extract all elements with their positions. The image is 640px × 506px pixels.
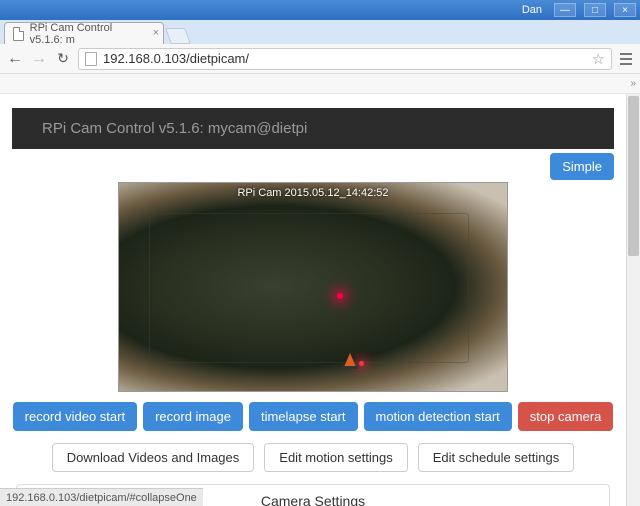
back-button[interactable]: ← (6, 50, 24, 68)
app-title: RPi Cam Control v5.1.6: mycam@dietpi (42, 120, 307, 137)
address-bar[interactable]: 192.168.0.103/dietpicam/ ☆ (78, 48, 612, 70)
browser-status-bar: 192.168.0.103/dietpicam/#collapseOne (0, 488, 203, 506)
primary-action-row: record video start record image timelaps… (12, 402, 614, 431)
url-text: 192.168.0.103/dietpicam/ (103, 51, 586, 66)
camera-led-icon (337, 293, 343, 299)
page-content: RPi Cam Control v5.1.6: mycam@dietpi Sim… (0, 108, 626, 506)
camera-overlay-timestamp: RPi Cam 2015.05.12_14:42:52 (237, 187, 388, 199)
page-viewport: ▴ RPi Cam Control v5.1.6: mycam@dietpi S… (0, 94, 640, 506)
motion-detection-button[interactable]: motion detection start (364, 402, 512, 431)
browser-tab[interactable]: RPi Cam Control v5.1.6: m × (4, 22, 164, 44)
tab-close-icon[interactable]: × (153, 27, 159, 39)
browser-menu-button[interactable] (618, 51, 634, 67)
timelapse-button[interactable]: timelapse start (249, 402, 358, 431)
page-icon (13, 27, 24, 41)
camera-live-view[interactable]: RPi Cam 2015.05.12_14:42:52 (118, 182, 508, 392)
app-header: RPi Cam Control v5.1.6: mycam@dietpi (12, 108, 614, 149)
secondary-action-row: Download Videos and Images Edit motion s… (12, 443, 614, 472)
camera-settings-link[interactable]: Camera Settings (261, 493, 365, 506)
scrollbar[interactable]: ▴ (626, 94, 640, 506)
bookmark-star-icon[interactable]: ☆ (592, 50, 605, 68)
simple-mode-button[interactable]: Simple (550, 153, 614, 180)
new-tab-button[interactable] (165, 28, 191, 44)
scrollbar-thumb[interactable] (628, 96, 639, 256)
camera-subject (149, 213, 469, 363)
window-maximize-button[interactable]: □ (584, 3, 606, 17)
edit-motion-settings-button[interactable]: Edit motion settings (264, 443, 407, 472)
download-button[interactable]: Download Videos and Images (52, 443, 255, 472)
reload-button[interactable]: ↻ (54, 50, 72, 67)
camera-cone-icon (344, 353, 356, 367)
browser-tabstrip: RPi Cam Control v5.1.6: m × (0, 20, 640, 44)
bookmark-overflow-icon[interactable]: » (630, 78, 636, 89)
edit-schedule-settings-button[interactable]: Edit schedule settings (418, 443, 574, 472)
stop-camera-button[interactable]: stop camera (518, 402, 614, 431)
window-minimize-button[interactable]: — (554, 3, 576, 17)
tab-title: RPi Cam Control v5.1.6: m (30, 22, 143, 46)
record-video-button[interactable]: record video start (13, 402, 137, 431)
window-close-button[interactable]: × (614, 3, 636, 17)
bookmark-bar: » (0, 74, 640, 94)
window-user: Dan (522, 4, 542, 16)
status-url: 192.168.0.103/dietpicam/#collapseOne (6, 492, 197, 504)
page-icon (85, 52, 97, 66)
camera-led-icon (359, 361, 364, 366)
browser-toolbar: ← → ↻ 192.168.0.103/dietpicam/ ☆ (0, 44, 640, 74)
forward-button[interactable]: → (30, 50, 48, 68)
record-image-button[interactable]: record image (143, 402, 243, 431)
window-titlebar: Dan — □ × (0, 0, 640, 20)
